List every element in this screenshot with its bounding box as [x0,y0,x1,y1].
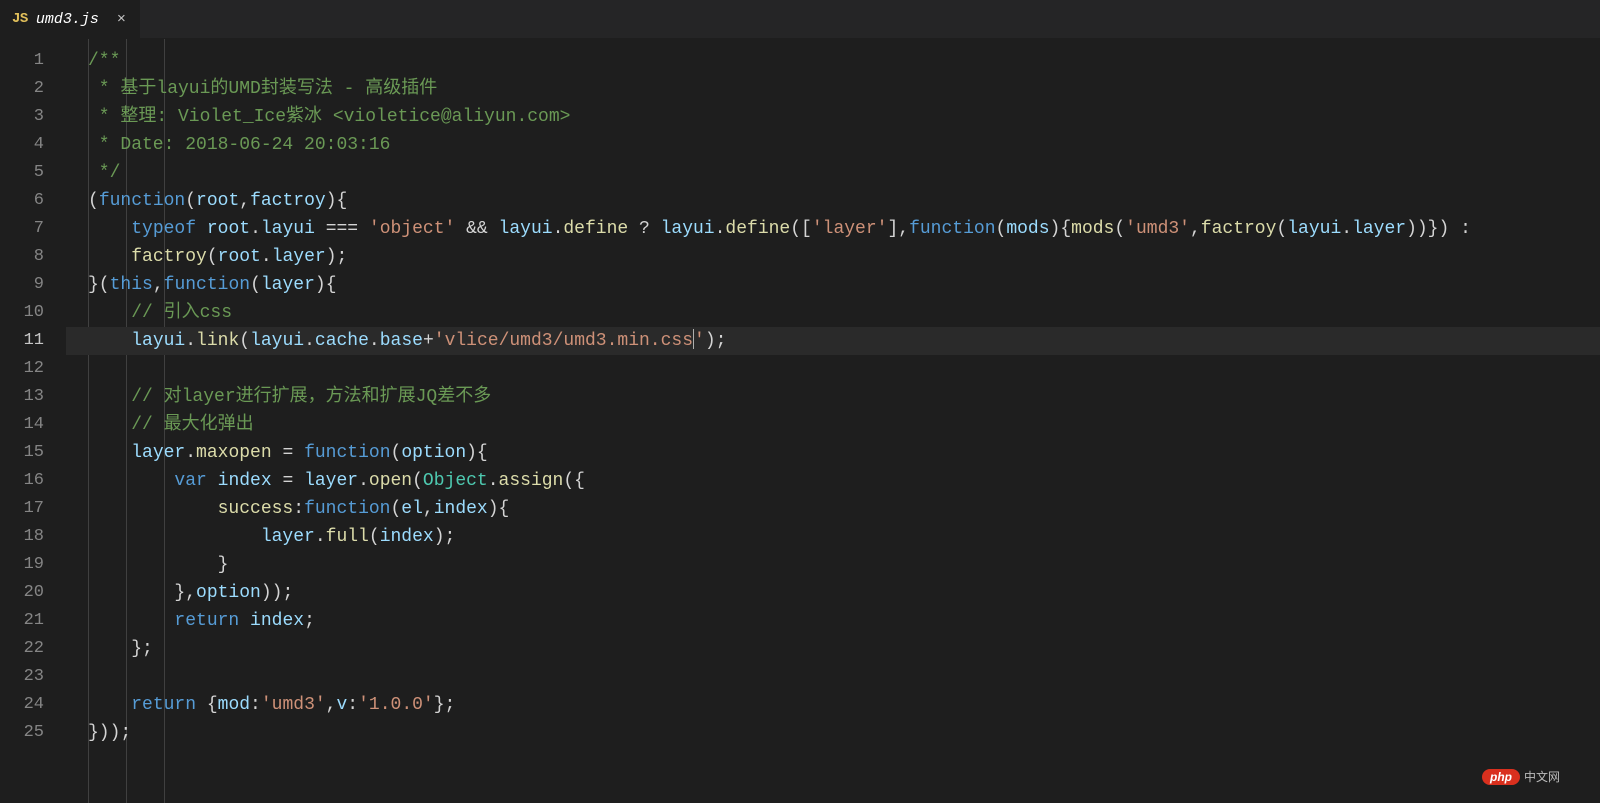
line-number: 5 [0,159,66,187]
code-line[interactable]: var index = layer.open(Object.assign({ [66,467,1600,495]
line-number: 19 [0,551,66,579]
line-number: 8 [0,243,66,271]
line-number: 12 [0,355,66,383]
code-line[interactable]: return {mod:'umd3',v:'1.0.0'}; [66,691,1600,719]
code-content[interactable]: /** * 基于layui的UMD封装写法 - 高级插件 * 整理: Viole… [66,39,1600,803]
line-number: 9 [0,271,66,299]
code-line[interactable]: }; [66,635,1600,663]
line-number: 7 [0,215,66,243]
code-line[interactable]: })); [66,719,1600,747]
code-line[interactable]: // 对layer进行扩展，方法和扩展JQ差不多 [66,383,1600,411]
line-number: 22 [0,635,66,663]
code-line[interactable]: // 引入css [66,299,1600,327]
js-file-icon: JS [12,11,28,27]
code-line[interactable]: factroy(root.layer); [66,243,1600,271]
line-number: 13 [0,383,66,411]
watermark: php 中文网 [1482,768,1560,785]
code-line[interactable]: layer.maxopen = function(option){ [66,439,1600,467]
line-number: 4 [0,131,66,159]
line-number: 15 [0,439,66,467]
line-number: 17 [0,495,66,523]
editor-tab[interactable]: JS umd3.js × [0,0,140,38]
code-line[interactable]: layui.link(layui.cache.base+'vlice/umd3/… [66,327,1600,355]
line-number: 16 [0,467,66,495]
line-number: 2 [0,75,66,103]
code-line[interactable] [66,355,1600,383]
line-number: 3 [0,103,66,131]
line-number: 1 [0,47,66,75]
code-line[interactable] [66,663,1600,691]
line-number: 14 [0,411,66,439]
code-line[interactable]: (function(root,factroy){ [66,187,1600,215]
line-number: 23 [0,663,66,691]
code-line[interactable]: typeof root.layui === 'object' && layui.… [66,215,1600,243]
editor-area[interactable]: 1234567891011121314151617181920212223242… [0,39,1600,803]
line-number: 11 [0,327,66,355]
code-line[interactable]: } [66,551,1600,579]
tab-filename: umd3.js [36,11,99,28]
code-line[interactable]: layer.full(index); [66,523,1600,551]
line-number: 10 [0,299,66,327]
line-number: 24 [0,691,66,719]
watermark-text: 中文网 [1524,768,1560,785]
line-number: 6 [0,187,66,215]
code-line[interactable]: success:function(el,index){ [66,495,1600,523]
tab-bar: JS umd3.js × [0,0,1600,39]
line-number: 18 [0,523,66,551]
code-line[interactable]: * 基于layui的UMD封装写法 - 高级插件 [66,75,1600,103]
watermark-logo: php [1482,769,1520,785]
code-line[interactable]: }(this,function(layer){ [66,271,1600,299]
code-line[interactable]: return index; [66,607,1600,635]
line-number: 25 [0,719,66,747]
code-line[interactable]: },option)); [66,579,1600,607]
line-number: 21 [0,607,66,635]
code-line[interactable]: /** [66,47,1600,75]
code-line[interactable]: * 整理: Violet_Ice紫冰 <violetice@aliyun.com… [66,103,1600,131]
line-number-gutter: 1234567891011121314151617181920212223242… [0,39,66,803]
line-number: 20 [0,579,66,607]
close-icon[interactable]: × [117,11,126,28]
code-line[interactable]: */ [66,159,1600,187]
code-line[interactable]: // 最大化弹出 [66,411,1600,439]
code-line[interactable]: * Date: 2018-06-24 20:03:16 [66,131,1600,159]
